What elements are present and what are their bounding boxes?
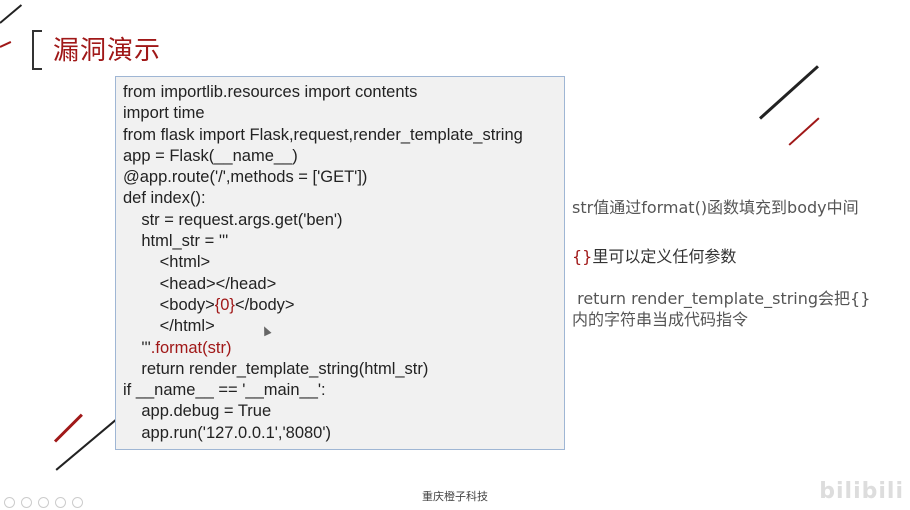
code-text: ''' [123,338,151,357]
brace-text: {} [572,247,593,266]
code-line: from importlib.resources import contents [123,83,418,101]
control-icon[interactable] [72,497,83,508]
decor-line [758,65,819,120]
code-block: from importlib.resources import contents… [115,76,565,450]
note-render-line1: return render_template_string会把{} [572,289,871,308]
code-line: import time [123,104,205,123]
note-format: str值通过format()函数填充到body中间 [572,198,859,217]
code-line: html_str = ''' [123,232,229,251]
bilibili-logo: bilibili [819,479,904,504]
code-line: <body>{0}</body> [123,295,564,316]
note-render-line2: 内的字符串当成代码指令 [572,310,749,329]
control-icon[interactable] [38,497,49,508]
code-line: if __name__ == '__main__': [123,381,326,400]
code-line: @app.route('/',methods = ['GET']) [123,168,368,187]
player-controls [4,497,83,508]
decor-line [53,413,83,443]
note-braces: {}里可以定义任何参数 [572,243,736,267]
code-line: app = Flask(__name__) [123,146,298,165]
code-line: str = request.args.get('ben') [123,210,343,229]
decor-line [0,41,12,48]
control-icon[interactable] [4,497,15,508]
code-line: <html> [123,253,211,272]
footer-company: 重庆橙子科技 [422,490,488,503]
code-highlight: {0} [214,295,235,314]
code-line: <head></head> [123,274,277,293]
slide-title: 漏洞演示 [53,36,162,66]
code-text: </body> [234,295,295,314]
code-line: def index(): [123,189,206,208]
code-text: <body> [123,295,215,314]
control-icon[interactable] [55,497,66,508]
code-highlight: .format(str) [150,338,232,357]
code-line: </html> [123,317,215,336]
code-line: app.debug = True [123,402,272,421]
code-line: return render_template_string(html_str) [123,359,429,378]
code-line: app.run('127.0.0.1','8080') [123,423,331,442]
decor-line [788,117,820,146]
code-line: from flask import Flask,request,render_t… [123,125,523,144]
control-icon[interactable] [21,497,32,508]
decor-line [0,4,23,24]
decor-line [55,419,117,471]
title-bracket [32,30,42,70]
code-line: '''.format(str) [123,338,564,359]
note-braces-text: 里可以定义任何参数 [592,247,737,266]
note-render: return render_template_string会把{} 内的字符串当… [572,288,870,330]
